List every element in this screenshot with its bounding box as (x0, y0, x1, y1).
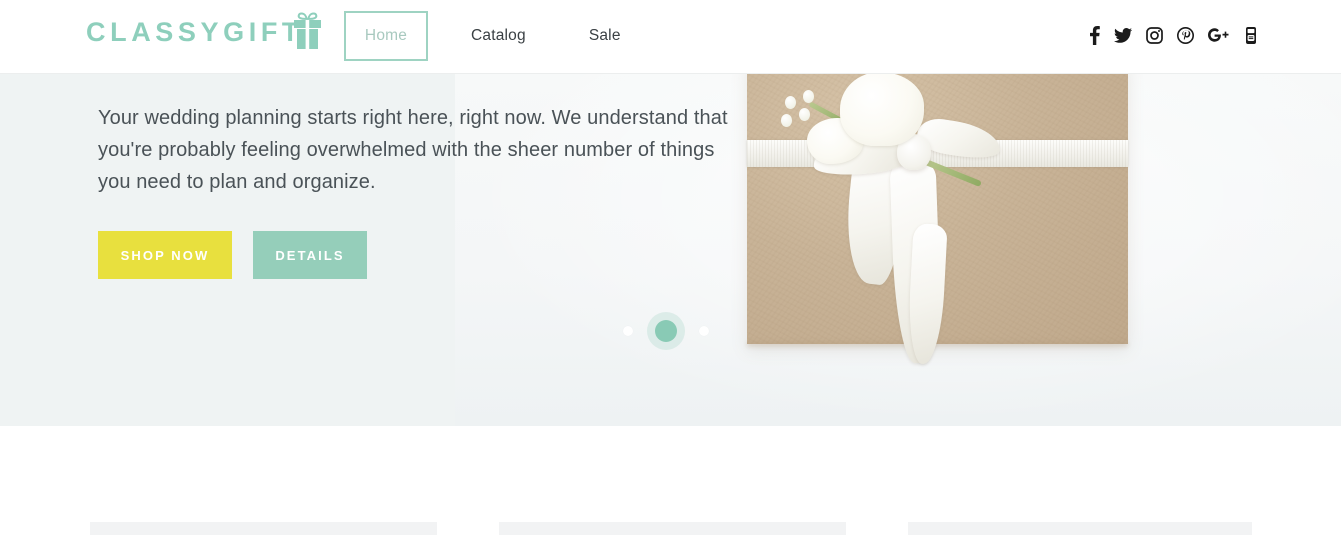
content-placeholder-1 (90, 522, 437, 535)
flower-bud-3 (781, 114, 792, 127)
carousel-dot-3[interactable] (699, 326, 709, 336)
flower-bud-4 (803, 90, 814, 103)
google-plus-icon[interactable] (1208, 28, 1229, 43)
flower-bud-2 (799, 108, 810, 121)
placeholder-row (0, 522, 1341, 535)
site-header: CLASSYGIFT Home Catalog Sale (0, 0, 1341, 74)
nav-item-catalog[interactable]: Catalog (451, 11, 546, 61)
social-links (1090, 26, 1259, 45)
nav-item-home-label: Home (364, 27, 408, 44)
nav-item-catalog-label: Catalog (471, 27, 526, 44)
details-button[interactable]: DETAILS (253, 231, 367, 279)
shop-now-button[interactable]: SHOP NOW (98, 231, 232, 279)
hero-copy: Your wedding planning starts right here,… (98, 102, 748, 198)
carousel-pagination (623, 320, 709, 342)
instagram-icon[interactable] (1146, 27, 1163, 44)
nav-item-sale-label: Sale (588, 27, 621, 44)
carousel-dot-1[interactable] (623, 326, 633, 336)
content-placeholder-2 (499, 522, 846, 535)
page-root: CLASSYGIFT Home Catalog Sale Your weddin… (0, 0, 1341, 535)
flower-primary (840, 74, 924, 146)
carousel-dot-2[interactable] (655, 320, 677, 342)
facebook-icon[interactable] (1090, 26, 1100, 45)
content-placeholder-3 (908, 522, 1252, 535)
twitter-icon[interactable] (1114, 28, 1132, 43)
main-navigation: Home Catalog Sale (344, 11, 641, 61)
site-logo[interactable]: CLASSYGIFT (86, 19, 303, 46)
pinterest-icon[interactable] (1177, 27, 1194, 44)
flower-bud-1 (785, 96, 796, 109)
nav-item-sale[interactable]: Sale (569, 11, 641, 61)
hero-cta-group: SHOP NOW DETAILS (98, 231, 367, 279)
gift-box-icon (294, 12, 321, 49)
below-fold-section (0, 426, 1341, 535)
nav-item-home[interactable]: Home (344, 11, 428, 61)
hero-banner: Your wedding planning starts right here,… (0, 74, 1341, 426)
logo-text: CLASSYGIFT (86, 17, 304, 47)
youtube-icon[interactable] (1243, 27, 1259, 44)
hero-paragraph: Your wedding planning starts right here,… (98, 107, 728, 193)
